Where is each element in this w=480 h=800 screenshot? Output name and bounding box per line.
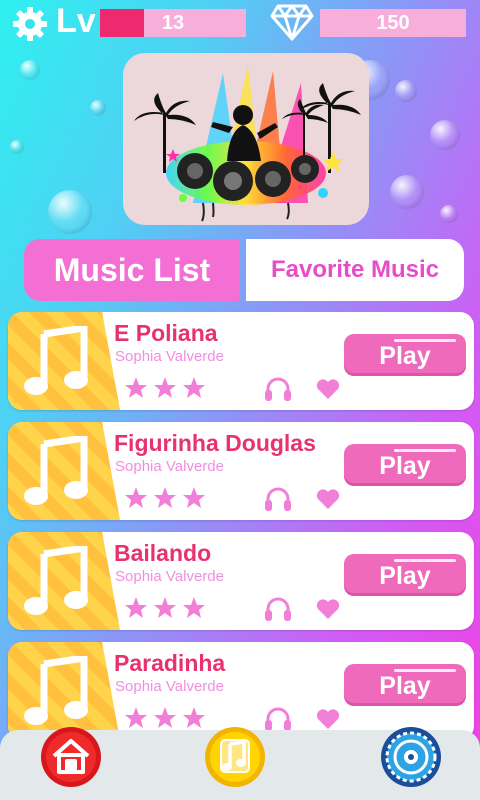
music-note-icon (220, 739, 250, 773)
heart-icon[interactable] (316, 378, 340, 400)
dj-party-artwork (123, 53, 369, 225)
play-button-label: Play (379, 562, 431, 590)
gems-value: 150 (376, 12, 410, 34)
music-note-icon (24, 546, 88, 615)
star-rating (125, 377, 205, 398)
diamond-icon (270, 4, 314, 41)
bubble-decoration (440, 205, 458, 223)
play-button-label: Play (379, 672, 431, 700)
song-cover (8, 642, 120, 740)
song-row[interactable]: E Poliana Sophia Valverde Play (8, 312, 474, 410)
heart-icon[interactable] (316, 598, 340, 620)
level-label: Lv (56, 2, 96, 40)
play-button[interactable]: Play (344, 664, 466, 706)
song-cover (8, 532, 120, 630)
song-row[interactable]: Figurinha Douglas Sophia Valverde Play (8, 422, 474, 520)
vinyl-disc-button[interactable] (380, 726, 442, 788)
star-rating (125, 707, 205, 728)
song-title: Paradinha (114, 650, 226, 676)
home-button[interactable] (40, 726, 102, 788)
bubble-decoration (20, 60, 40, 80)
level-value: 13 (161, 12, 185, 34)
vinyl-disc-icon (385, 731, 437, 783)
headphones-icon[interactable] (264, 376, 292, 402)
bubble-decoration (395, 80, 417, 102)
song-title: Bailando (114, 540, 212, 566)
bubble-decoration (90, 100, 106, 116)
headphones-icon[interactable] (264, 706, 292, 732)
song-artist: Sophia Valverde (115, 678, 224, 695)
music-note-icon (24, 326, 88, 395)
gems-counter: 150 (320, 9, 466, 37)
song-row[interactable]: Bailando Sophia Valverde Play (8, 532, 474, 630)
tab-music-list[interactable]: Music List (24, 239, 240, 301)
song-artist: Sophia Valverde (115, 458, 224, 475)
tab-favorite-music[interactable]: Favorite Music (246, 239, 464, 301)
level-progress-bar: 13 (100, 9, 246, 37)
headphones-icon[interactable] (264, 596, 292, 622)
music-note-icon (24, 436, 88, 505)
gear-icon[interactable] (10, 4, 50, 44)
song-artist: Sophia Valverde (115, 568, 224, 585)
play-button[interactable]: Play (344, 444, 466, 486)
play-button-label: Play (379, 452, 431, 480)
heart-icon[interactable] (316, 488, 340, 510)
play-button[interactable]: Play (344, 554, 466, 596)
bubble-decoration (48, 190, 92, 234)
bubble-decoration (430, 120, 460, 150)
song-title: Figurinha Douglas (114, 430, 316, 456)
star-rating (125, 597, 205, 618)
headphones-icon[interactable] (264, 486, 292, 512)
music-button[interactable] (204, 726, 266, 788)
bubble-decoration (10, 140, 24, 154)
song-cover (8, 422, 120, 520)
song-cover (8, 312, 120, 410)
music-tabs: Music List Favorite Music (24, 239, 464, 301)
dj-artwork-illustration (134, 65, 361, 222)
play-button-label: Play (379, 342, 431, 370)
play-button[interactable]: Play (344, 334, 466, 376)
song-artist: Sophia Valverde (115, 348, 224, 365)
heart-icon[interactable] (316, 708, 340, 730)
song-title: E Poliana (114, 320, 218, 346)
song-row[interactable]: Paradinha Sophia Valverde Play (8, 642, 474, 740)
music-note-icon (24, 656, 88, 725)
star-rating (125, 487, 205, 508)
top-bar: Lv 13 150 (0, 0, 480, 48)
bubble-decoration (390, 175, 424, 209)
